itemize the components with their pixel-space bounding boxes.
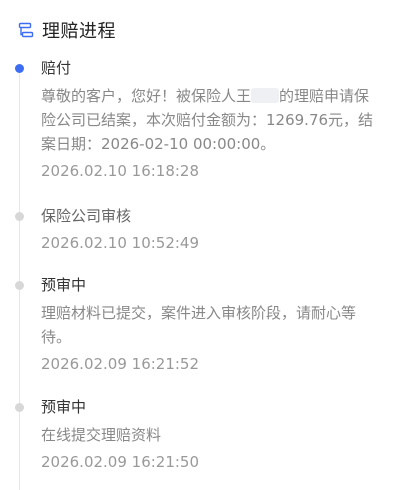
timeline-item-desc: 理赔材料已提交，案件进入审核阶段，请耐心等待。 bbox=[41, 304, 357, 346]
timeline-item: 保险公司审核 2026.02.10 10:52:49 bbox=[0, 204, 402, 254]
desc-text-part1: 尊敬的客户，您好！被保险人王 bbox=[41, 87, 252, 105]
claim-progress-panel: 理赔进程 赔付 尊敬的客户，您好！被保险人王 的理赔申请保险公司已结案，本次赔付金… bbox=[0, 0, 402, 490]
timeline-item-title: 保险公司审核 bbox=[41, 207, 132, 225]
section-title: 理赔进程 bbox=[42, 21, 116, 42]
timeline-item-time: 2026.02.10 16:18:28 bbox=[41, 162, 200, 180]
timeline-item-desc: 尊敬的客户，您好！被保险人王 的理赔申请保险公司已结案，本次赔付金额为：1269.… bbox=[41, 84, 384, 156]
timeline-item: 预审中 在线提交理赔资料 2026.02.09 16:21:50 bbox=[0, 395, 402, 473]
timeline-item-title: 预审中 bbox=[41, 398, 87, 416]
timeline-item: 赔付 尊敬的客户，您好！被保险人王 的理赔申请保险公司已结案，本次赔付金额为：12… bbox=[0, 56, 402, 182]
section-header: 理赔进程 bbox=[18, 16, 116, 44]
timeline-dot bbox=[15, 212, 24, 221]
timeline-item-time: 2026.02.10 10:52:49 bbox=[41, 234, 200, 252]
timeline-item-desc: 在线提交理赔资料 bbox=[41, 426, 162, 444]
timeline-item-title: 赔付 bbox=[41, 59, 72, 77]
redacted-name bbox=[251, 88, 280, 103]
timeline-item-title: 预审中 bbox=[41, 276, 87, 294]
process-flow-icon bbox=[18, 22, 34, 38]
timeline-item-time: 2026.02.09 16:21:50 bbox=[41, 453, 200, 471]
timeline-dot-active bbox=[15, 64, 24, 73]
timeline-dot bbox=[15, 281, 24, 290]
timeline-item: 预审中 理赔材料已提交，案件进入审核阶段，请耐心等待。 2026.02.09 1… bbox=[0, 273, 402, 375]
timeline-item-time: 2026.02.09 16:21:52 bbox=[41, 355, 200, 373]
timeline-dot bbox=[15, 403, 24, 412]
claim-timeline: 赔付 尊敬的客户，您好！被保险人王 的理赔申请保险公司已结案，本次赔付金额为：12… bbox=[0, 56, 402, 490]
